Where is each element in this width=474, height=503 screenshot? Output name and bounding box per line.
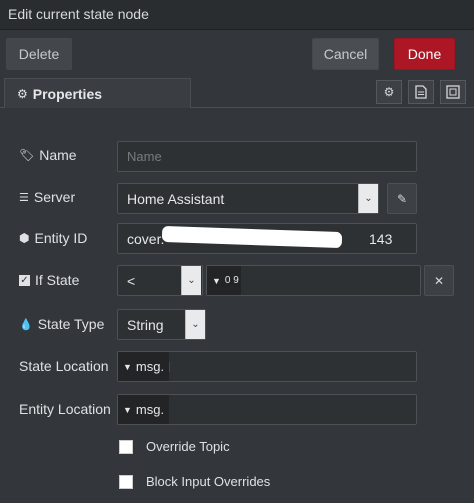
droplet-icon: 💧 (19, 318, 33, 331)
if-state-value-input[interactable]: ▼ 0 9 80 (206, 265, 421, 296)
block-input-overrides-row[interactable]: Block Input Overrides (119, 474, 270, 489)
value-type-selector[interactable]: ▼ 0 9 (207, 266, 241, 295)
state-type-label: 💧 State Type (19, 316, 105, 332)
state-location-input[interactable]: ▼ msg. payload (117, 351, 417, 382)
close-icon: ✕ (433, 273, 445, 288)
description-tab-icon-button[interactable] (408, 80, 434, 104)
state-location-prefix: msg. (135, 359, 165, 374)
tag-icon: 🏷 (19, 148, 35, 162)
chevron-down-icon[interactable]: ⌄ (185, 310, 205, 339)
entity-id-value: cover. (127, 230, 165, 247)
server-icon: ☰ (19, 191, 29, 204)
caret-down-icon: ▼ (123, 361, 132, 372)
checkbox-checked-icon: ✓ (19, 274, 30, 286)
server-label: ☰ Server (19, 189, 76, 205)
state-location-label: State Location (19, 358, 109, 374)
chevron-down-icon[interactable]: ⌄ (358, 184, 378, 213)
name-input[interactable]: Name (117, 141, 417, 172)
cube-icon: ⬢ (19, 231, 30, 245)
override-topic-row[interactable]: Override Topic (119, 439, 230, 454)
name-placeholder: Name (127, 149, 162, 164)
tab-properties[interactable]: ⚙ Properties (4, 78, 191, 109)
dialog-titlebar: Edit current state node (0, 0, 474, 30)
caret-down-icon: ▼ (123, 404, 132, 415)
override-topic-label: Override Topic (146, 439, 230, 454)
server-select[interactable]: Home Assistant (117, 183, 379, 214)
clear-if-state-button[interactable]: ✕ (424, 265, 454, 296)
block-input-overrides-checkbox[interactable] (119, 474, 133, 489)
if-state-label: ✓ If State (19, 272, 80, 288)
name-label: 🏷 Name (19, 147, 77, 163)
tab-properties-label: Properties (32, 86, 103, 102)
entity-location-label: Entity Location (19, 401, 111, 417)
edit-server-button[interactable]: ✎ (387, 183, 417, 214)
server-value: Home Assistant (127, 190, 225, 207)
pencil-icon: ✎ (396, 191, 408, 206)
state-type-value: String (127, 316, 164, 333)
entity-location-type-selector[interactable]: ▼ msg. (118, 395, 169, 424)
cancel-button[interactable]: Cancel (312, 38, 379, 70)
entity-id-value-tail: 143 (369, 230, 393, 247)
document-icon (415, 85, 427, 99)
entity-id-label: ⬢ Entity ID (19, 230, 88, 246)
entity-location-prefix: msg. (135, 402, 165, 417)
caret-down-icon: ▼ (212, 275, 221, 286)
done-button[interactable]: Done (394, 38, 455, 70)
state-location-type-selector[interactable]: ▼ msg. (118, 352, 169, 381)
gear-icon: ⚙ (17, 87, 28, 101)
dialog-title: Edit current state node (8, 6, 149, 22)
if-state-operator: < (127, 272, 136, 289)
gear-icon: ⚙ (383, 85, 395, 99)
entity-location-input[interactable]: ▼ msg. data (117, 394, 417, 425)
number-type-icon: 0 9 (224, 275, 239, 286)
block-input-overrides-label: Block Input Overrides (146, 474, 271, 489)
frame-icon (446, 85, 460, 99)
appearance-tab-icon-button[interactable] (440, 80, 466, 104)
override-topic-checkbox[interactable] (119, 439, 133, 454)
delete-button[interactable]: Delete (6, 38, 72, 70)
settings-tab-icon-button[interactable]: ⚙ (376, 80, 402, 104)
chevron-down-icon[interactable]: ⌄ (181, 266, 201, 295)
tab-bar: ⚙ Properties (0, 76, 474, 109)
